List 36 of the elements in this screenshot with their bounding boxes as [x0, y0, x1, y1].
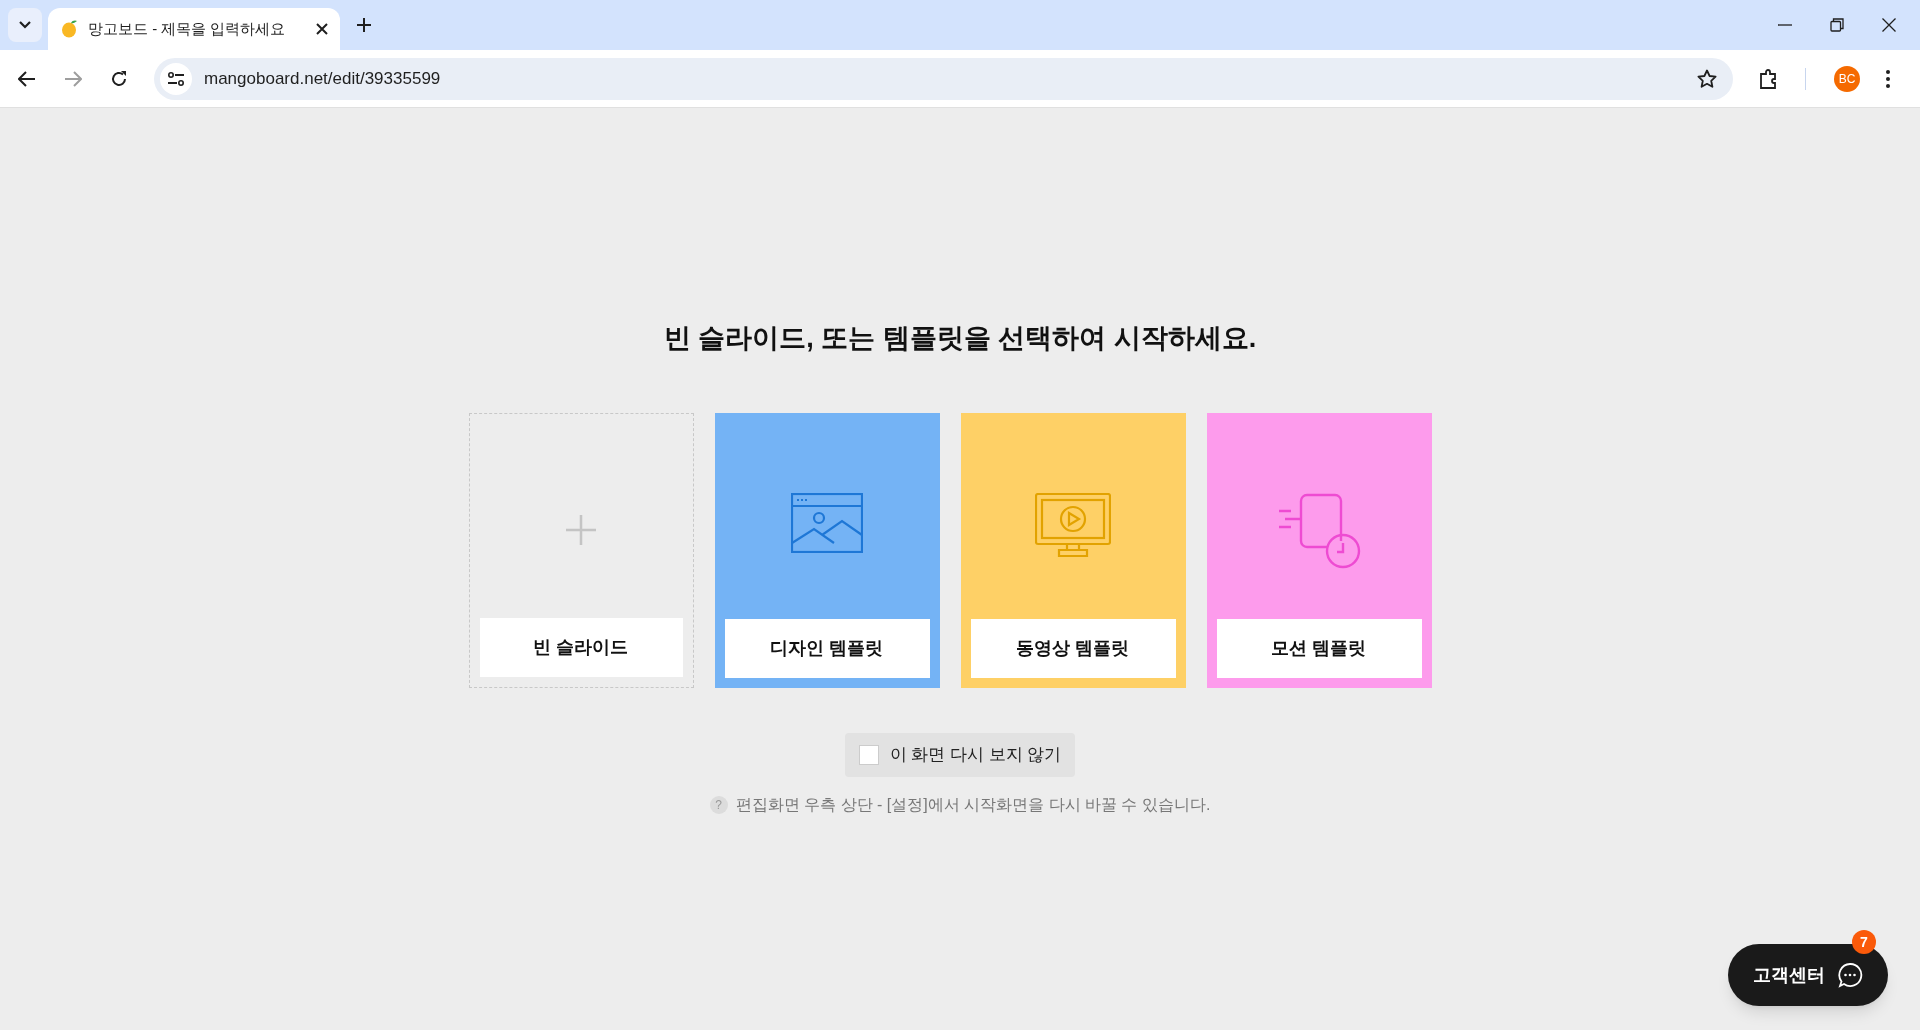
- site-settings-icon[interactable]: [160, 62, 192, 95]
- card-label: 모션 템플릿: [1216, 618, 1422, 678]
- reload-icon[interactable]: [110, 69, 128, 88]
- template-card[interactable]: 모션 템플릿: [1206, 412, 1432, 688]
- card-label: 빈 슬라이드: [479, 617, 683, 677]
- card-label: 디자인 템플릿: [724, 618, 930, 678]
- template-card[interactable]: 동영상 템플릿: [960, 412, 1186, 688]
- plus-icon: [565, 513, 597, 546]
- checkbox[interactable]: [858, 744, 879, 765]
- close-icon[interactable]: [316, 23, 328, 35]
- tab-search-button[interactable]: [8, 8, 42, 42]
- hint-text: 편집화면 우측 상단 - [설정]에서 시작화면을 다시 바꿀 수 있습니다.: [735, 794, 1211, 815]
- chevron-down-icon: [18, 20, 32, 30]
- restore-icon[interactable]: [1830, 18, 1844, 32]
- monitor-play-icon: [1035, 492, 1111, 559]
- url-text: mangoboard.net/edit/39335599: [204, 67, 442, 90]
- close-icon[interactable]: [1882, 18, 1896, 32]
- forward-icon[interactable]: [64, 70, 82, 87]
- help-icon: ?: [709, 795, 728, 814]
- page-heading: 빈 슬라이드, 또는 템플릿을 선택하여 시작하세요.: [663, 322, 1257, 355]
- square-clock-icon: [1277, 492, 1361, 569]
- dont-show-again-checkbox[interactable]: 이 화면 다시 보지 않기: [844, 732, 1076, 777]
- new-tab-icon[interactable]: [356, 17, 372, 33]
- blank-slide-card[interactable]: 빈 슬라이드: [468, 412, 694, 688]
- notification-badge: 7: [1852, 930, 1876, 954]
- template-card[interactable]: 디자인 템플릿: [714, 412, 940, 688]
- card-label: 동영상 템플릿: [970, 618, 1176, 678]
- menu-icon[interactable]: [1886, 69, 1890, 88]
- star-icon[interactable]: [1697, 68, 1717, 89]
- image-window-icon: [791, 492, 863, 553]
- browser-tab[interactable]: 망고보드 - 제목을 입력하세요: [48, 8, 340, 50]
- tab-title: 망고보드 - 제목을 입력하세요: [88, 18, 287, 39]
- chat-bubble-icon: [1837, 962, 1863, 988]
- puzzle-piece-icon[interactable]: [1759, 68, 1779, 89]
- back-icon[interactable]: [18, 70, 36, 87]
- address-bar[interactable]: mangoboard.net/edit/39335599: [154, 57, 1733, 100]
